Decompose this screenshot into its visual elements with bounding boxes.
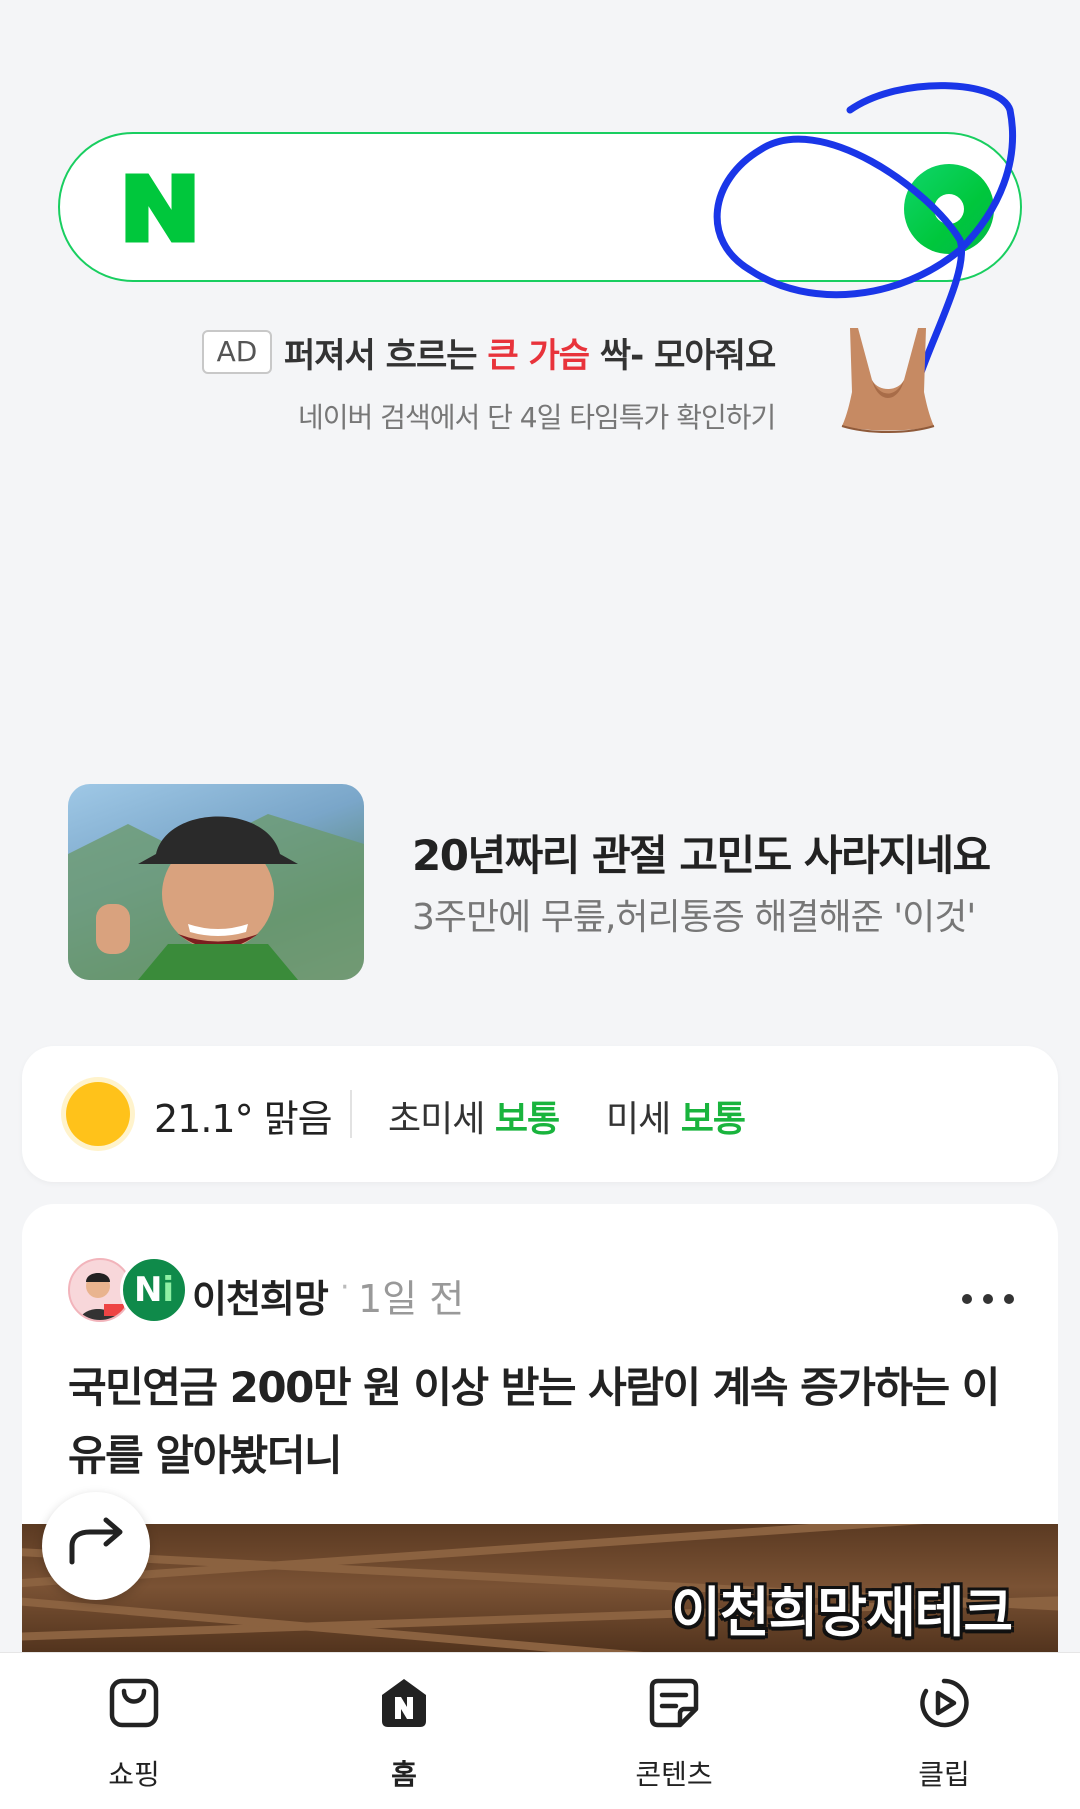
feed-title[interactable]: 국민연금 200만 원 이상 받는 사람이 계속 증가하는 이유를 알아봤더니 <box>68 1354 1028 1490</box>
ad-headline-post: 싹- 모아줘요 <box>589 336 776 376</box>
nav-item-content[interactable]: 콘텐츠 <box>574 1653 774 1809</box>
search-button[interactable] <box>904 164 994 254</box>
bottom-nav: 쇼핑 홈 콘텐츠 클립 <box>0 1652 1080 1809</box>
feed-image[interactable]: 이천희망재테크 <box>22 1524 1058 1664</box>
clip-play-icon <box>920 1678 969 1728</box>
more-options-icon[interactable] <box>962 1292 1014 1306</box>
nav-label-home: 홈 <box>391 1758 417 1791</box>
nav-label-clip: 클립 <box>918 1758 970 1791</box>
share-arrow-icon <box>69 1517 123 1565</box>
banner-thumbnail-art <box>68 814 364 980</box>
shopping-bag-icon <box>109 1678 159 1728</box>
fine-dust-label: 초미세 <box>388 1099 485 1140</box>
meta-separator: · <box>340 1270 350 1305</box>
ad-headline[interactable]: 퍼져서 흐르는 큰 가슴 싹- 모아줘요 <box>284 328 776 377</box>
share-button[interactable] <box>42 1492 150 1600</box>
ad-headline-pre: 퍼져서 흐르는 <box>284 336 488 376</box>
ad-badge: AD <box>202 330 272 374</box>
nav-item-home[interactable]: 홈 <box>304 1653 504 1809</box>
weather-temperature: 21.1° 맑음 <box>154 1097 333 1141</box>
banner-subtitle[interactable]: 3주만에 무릎,허리통증 해결해준 '이것' <box>412 888 976 940</box>
content-icon <box>649 1678 699 1728</box>
ad-headline-highlight: 큰 가슴 <box>487 336 590 376</box>
dust-label: 미세 <box>606 1099 671 1140</box>
ni-badge-letter: N <box>133 1270 163 1310</box>
ad-subline[interactable]: 네이버 검색에서 단 4일 타임특가 확인하기 <box>298 396 776 436</box>
nav-label-content: 콘텐츠 <box>635 1758 713 1791</box>
feed-card[interactable]: Ni 이천희망 · 1일 전 국민연금 200만 원 이상 받는 사람이 계속 … <box>22 1204 1058 1664</box>
fine-dust-level: 보통 <box>494 1099 560 1140</box>
dust-level: 보통 <box>680 1099 746 1140</box>
naver-logo-icon <box>125 173 195 243</box>
weather-divider <box>350 1090 352 1138</box>
banner-title[interactable]: 20년짜리 관절 고민도 사라지네요 <box>412 822 991 883</box>
sun-icon <box>66 1082 130 1146</box>
ni-badge-letter-i: i <box>162 1270 175 1310</box>
post-time: 1일 전 <box>358 1277 465 1321</box>
banner-thumbnail[interactable] <box>68 784 364 980</box>
fine-dust-status: 초미세 보통 <box>388 1090 560 1142</box>
nav-item-clip[interactable]: 클립 <box>844 1653 1044 1809</box>
author-name[interactable]: 이천희망 <box>192 1268 329 1323</box>
dust-status: 미세 보통 <box>606 1090 746 1142</box>
ad-product-image[interactable] <box>828 322 948 442</box>
search-bar[interactable] <box>58 132 1022 282</box>
home-n-icon <box>382 1679 426 1727</box>
ni-badge-icon: Ni <box>120 1256 188 1324</box>
weather-card[interactable]: 21.1° 맑음 초미세 보통 미세 보통 <box>22 1046 1058 1182</box>
feed-image-caption: 이천희망재테크 <box>671 1581 1013 1644</box>
nav-label-shopping: 쇼핑 <box>108 1758 160 1791</box>
nav-item-shopping[interactable]: 쇼핑 <box>34 1653 234 1809</box>
